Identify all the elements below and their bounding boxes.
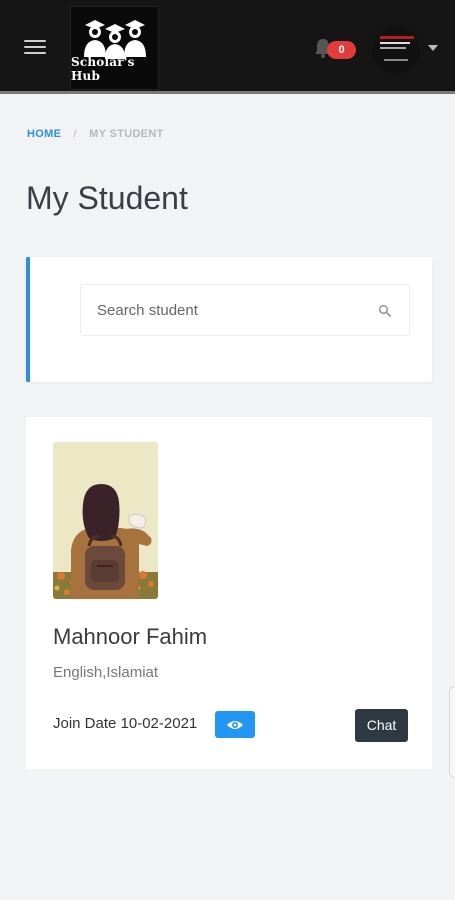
- search-input[interactable]: [97, 285, 367, 335]
- student-subjects: English,Islamiat: [53, 664, 159, 681]
- student-name: Mahnoor Fahim: [53, 624, 208, 649]
- search-box: [80, 284, 410, 336]
- search-card: [26, 257, 432, 382]
- hamburger-icon: [24, 40, 46, 42]
- menu-toggle-button[interactable]: [24, 40, 46, 58]
- search-icon[interactable]: [378, 304, 392, 318]
- student-illustration-image: [53, 442, 158, 599]
- page-title: My Student: [26, 180, 188, 216]
- logo-graduates-icon: [84, 20, 146, 59]
- user-avatar[interactable]: [372, 26, 420, 74]
- notification-count-badge: 0: [327, 41, 356, 59]
- chevron-down-icon[interactable]: [428, 45, 438, 51]
- breadcrumb-current: MY STUDENT: [89, 128, 164, 140]
- student-join-date: Join Date 10-02-2021: [53, 715, 198, 732]
- breadcrumb-home-link[interactable]: HOME: [27, 128, 61, 140]
- student-photo: [53, 442, 158, 599]
- chat-button[interactable]: Chat: [355, 709, 408, 742]
- breadcrumb: HOME / MY STUDENT: [27, 128, 164, 140]
- student-card: Mahnoor Fahim English,Islamiat Join Date…: [26, 417, 432, 769]
- side-drawer-handle[interactable]: [449, 686, 455, 778]
- breadcrumb-separator: /: [73, 128, 77, 140]
- eye-icon: [227, 720, 243, 729]
- logo-text: Scholar's Hub: [71, 55, 135, 83]
- site-logo[interactable]: Scholar's Hub: [70, 6, 159, 90]
- top-navbar: Scholar's Hub 0: [0, 0, 455, 94]
- view-student-button[interactable]: [215, 711, 255, 738]
